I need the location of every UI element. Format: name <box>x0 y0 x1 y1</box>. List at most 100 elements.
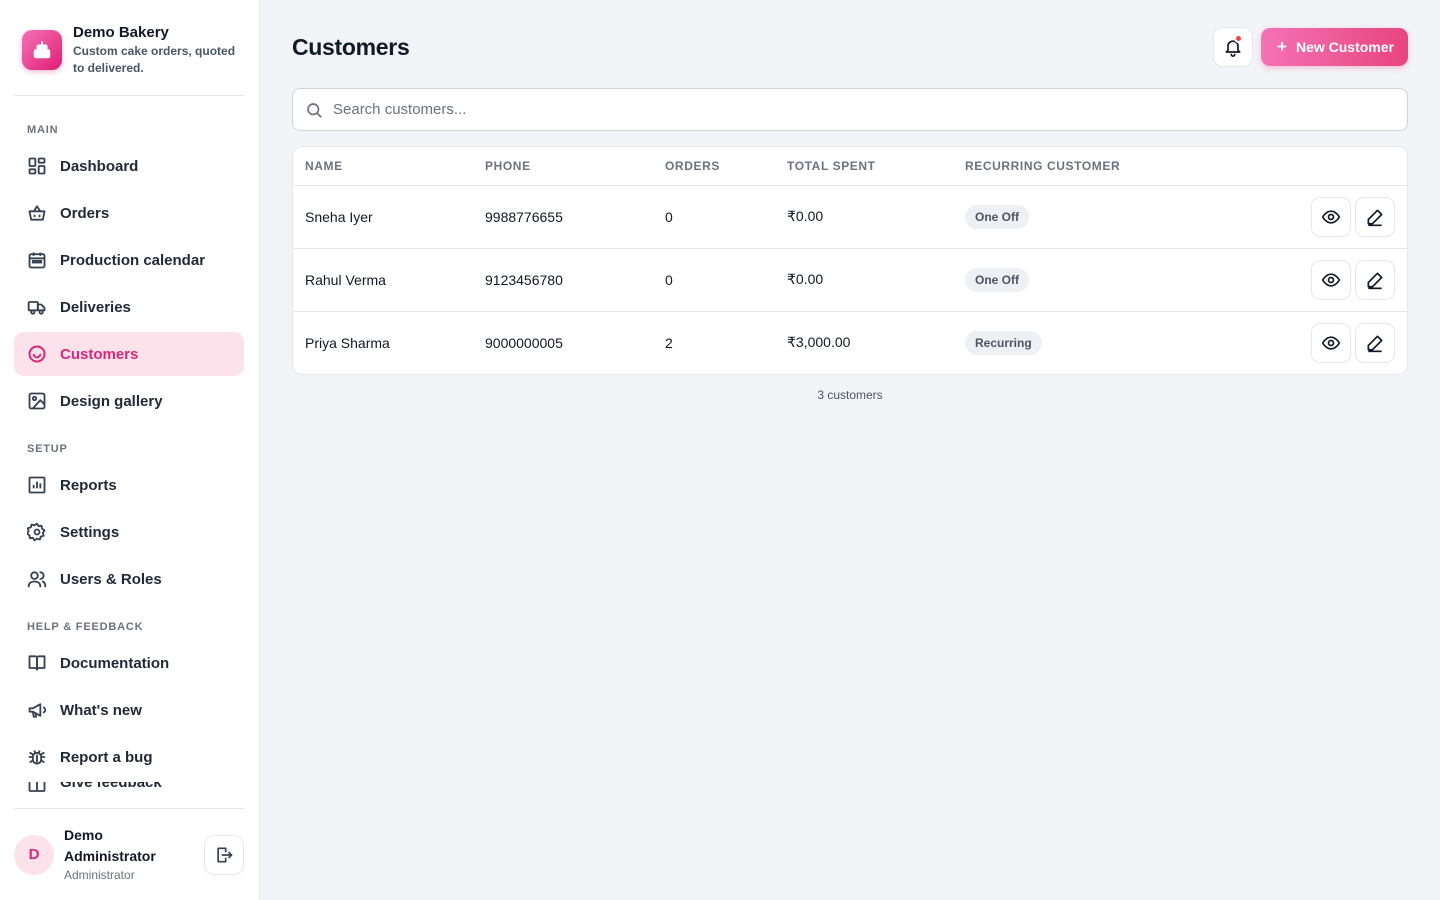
user-box: D Demo Administrator Administrator <box>14 808 244 900</box>
edit-button[interactable] <box>1355 322 1395 363</box>
customer-phone: 9000000005 <box>485 334 563 351</box>
sidebar-item-customers[interactable]: Customers <box>14 332 244 376</box>
main-content: Customers + New Customer NAME <box>260 0 1440 900</box>
pencil-icon <box>1367 335 1383 352</box>
recurring-badge: One Off <box>965 204 1029 229</box>
plus-icon: + <box>1277 37 1287 56</box>
cake-logo-icon <box>22 30 62 70</box>
logout-icon <box>217 847 233 862</box>
column-header-phone: PHONE <box>473 147 653 186</box>
brand-tagline: Custom cake orders, quoted to delivered. <box>73 44 236 75</box>
search-input[interactable] <box>333 101 1395 118</box>
sidebar-nav: MAIN Dashboard Orders Production calenda… <box>0 96 259 808</box>
user-name: Demo Administrator <box>64 827 156 864</box>
brand: Demo Bakery Custom cake orders, quoted t… <box>0 0 245 95</box>
sidebar-item-report-bug[interactable]: Report a bug <box>14 735 244 779</box>
sidebar-item-give-feedback[interactable]: Give feedback <box>14 782 244 800</box>
sidebar-item-label: Design gallery <box>60 392 163 410</box>
section-label-help: HELP & FEEDBACK <box>27 621 144 633</box>
avatar: D <box>14 834 54 875</box>
sidebar-item-production-calendar[interactable]: Production calendar <box>14 238 244 282</box>
sidebar-item-deliveries[interactable]: Deliveries <box>14 285 244 329</box>
sidebar-item-label: Give feedback <box>60 782 162 791</box>
section-label-setup: SETUP <box>27 443 68 455</box>
calendar-icon <box>28 252 46 269</box>
table-row: Priya Sharma 9000000005 2 ₹3,000.00 Recu… <box>293 311 1407 374</box>
megaphone-icon <box>28 703 47 718</box>
sidebar-item-design-gallery[interactable]: Design gallery <box>14 379 244 423</box>
customer-name: Sneha Iyer <box>293 185 473 249</box>
customer-orders: 2 <box>665 334 673 351</box>
sidebar-item-whats-new[interactable]: What's new <box>14 688 244 732</box>
page-title: Customers <box>292 33 410 60</box>
customer-total-spent: ₹0.00 <box>775 248 953 312</box>
sidebar-item-dashboard[interactable]: Dashboard <box>14 144 244 188</box>
recurring-badge: Recurring <box>965 330 1042 355</box>
eye-icon <box>1321 272 1341 287</box>
table-row: Sneha Iyer 9988776655 0 ₹0.00 One Off <box>293 185 1407 249</box>
search-icon <box>307 102 322 118</box>
customer-phone: 9988776655 <box>473 185 653 249</box>
sidebar: Demo Bakery Custom cake orders, quoted t… <box>0 0 260 900</box>
sidebar-item-label: Dashboard <box>60 157 139 175</box>
sidebar-item-users-roles[interactable]: Users & Roles <box>14 557 244 601</box>
book-icon <box>28 655 46 671</box>
user-role: Administrator <box>64 868 135 882</box>
users-icon <box>27 571 47 588</box>
customer-name: Rahul Verma <box>293 248 473 312</box>
pencil-icon <box>1367 209 1383 226</box>
eye-icon <box>1321 209 1341 224</box>
image-icon <box>28 392 46 410</box>
notification-dot <box>1234 34 1244 43</box>
column-header-actions <box>1297 147 1407 186</box>
table-row: Rahul Verma 9123456780 0 ₹0.00 One Off <box>293 248 1407 312</box>
edit-button[interactable] <box>1355 259 1395 300</box>
customer-count: 3 customers <box>817 388 883 402</box>
basket-icon <box>28 205 46 221</box>
search-bar <box>292 88 1408 131</box>
sidebar-item-label: Orders <box>60 204 110 222</box>
sidebar-item-label: Customers <box>60 345 139 363</box>
customers-table: NAME PHONE ORDERS TOTAL SPENT RECURRING … <box>293 147 1407 374</box>
table-header-row: NAME PHONE ORDERS TOTAL SPENT RECURRING … <box>293 147 1407 186</box>
customer-total-spent: ₹0.00 <box>775 185 953 249</box>
customer-phone: 9123456780 <box>473 248 653 312</box>
page-header: Customers + New Customer <box>292 27 1408 67</box>
logout-button[interactable] <box>204 834 244 875</box>
feedback-icon <box>28 782 46 792</box>
new-customer-label: New Customer <box>1295 39 1394 55</box>
customer-orders: 0 <box>653 185 775 249</box>
gear-icon <box>27 522 46 542</box>
new-customer-button[interactable]: + New Customer <box>1261 28 1408 66</box>
truck-icon <box>27 301 46 315</box>
view-button[interactable] <box>1311 259 1351 300</box>
customers-table-card: NAME PHONE ORDERS TOTAL SPENT RECURRING … <box>292 146 1408 375</box>
sidebar-item-label: Settings <box>60 523 120 541</box>
notifications-button[interactable] <box>1213 27 1254 67</box>
sidebar-item-label: Reports <box>60 476 117 494</box>
column-header-name: NAME <box>293 147 473 186</box>
sidebar-item-orders[interactable]: Orders <box>14 191 244 235</box>
view-button[interactable] <box>1311 322 1351 363</box>
customer-total-spent: ₹3,000.00 <box>787 334 851 351</box>
pencil-icon <box>1367 272 1383 289</box>
dashboard-icon <box>28 157 46 175</box>
edit-button[interactable] <box>1355 196 1395 237</box>
eye-icon <box>1321 336 1341 350</box>
view-button[interactable] <box>1311 196 1351 237</box>
recurring-badge: One Off <box>965 267 1029 292</box>
brand-name: Demo Bakery <box>73 24 169 41</box>
customer-name: Priya Sharma <box>305 334 390 351</box>
customer-orders: 0 <box>653 248 775 312</box>
column-header-recurring: RECURRING CUSTOMER <box>953 147 1297 186</box>
sidebar-item-label: Production calendar <box>60 251 206 269</box>
bug-icon <box>28 750 46 765</box>
sidebar-item-label: What's new <box>60 701 142 719</box>
sidebar-item-label: Users & Roles <box>60 570 162 588</box>
column-header-total-spent: TOTAL SPENT <box>775 147 953 186</box>
sidebar-item-label: Deliveries <box>60 298 131 316</box>
sidebar-item-documentation[interactable]: Documentation <box>14 641 244 685</box>
sidebar-item-reports[interactable]: Reports <box>14 463 244 507</box>
sidebar-item-settings[interactable]: Settings <box>14 510 244 554</box>
sidebar-item-label: Documentation <box>60 654 170 672</box>
